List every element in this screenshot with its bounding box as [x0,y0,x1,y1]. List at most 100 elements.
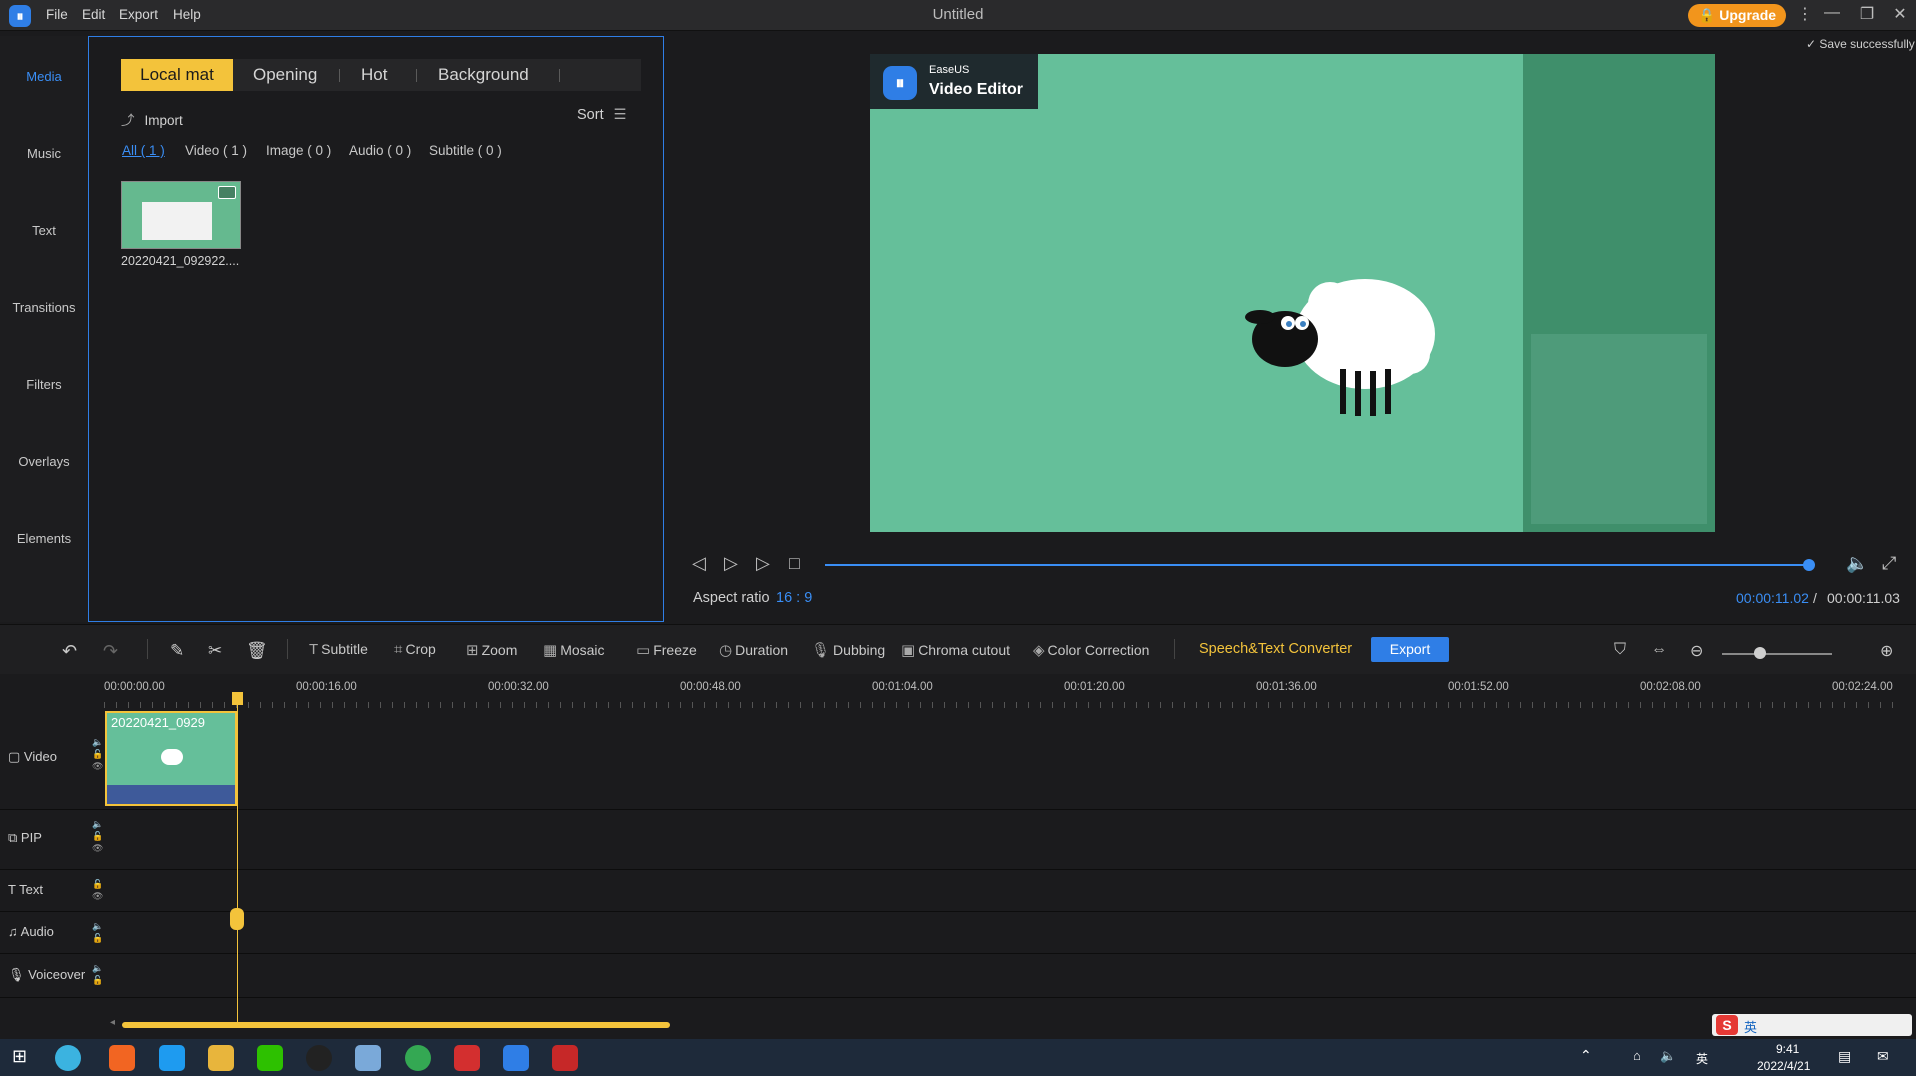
zoom-button[interactable]: ⊞ Zoom [466,641,517,659]
upgrade-button[interactable]: 🔒 Upgrade [1688,4,1786,27]
subtitle-icon: T [309,641,319,658]
timeline-zoom-handle[interactable] [1754,647,1766,659]
video-preview[interactable]: ⏸ EaseUS Video Editor [870,54,1715,532]
toolbar-divider [287,639,288,659]
fullscreen-icon[interactable]: ⤢ [1882,553,1896,574]
sogou-app-icon[interactable] [109,1045,135,1071]
recorder-icon[interactable] [552,1045,578,1071]
tab-divider [416,69,417,82]
wps-icon[interactable] [454,1045,480,1071]
crop-button[interactable]: ⌗ Crop [394,641,436,658]
previous-frame-icon[interactable]: ◁ [692,553,706,574]
tab-hot[interactable]: Hot [361,59,387,91]
zoom-out-icon[interactable]: ⊖ [1690,641,1703,661]
track-controls[interactable]: 🔈 🔓 [92,920,103,944]
media-thumbnail[interactable] [121,181,241,249]
delete-icon[interactable]: 🗑 [246,641,268,661]
wechat-icon[interactable] [257,1045,283,1071]
volume-icon[interactable]: 🔈 [1846,553,1868,574]
play-icon[interactable]: ▷ [724,553,738,574]
chrome-icon[interactable] [405,1045,431,1071]
ime-toolbar[interactable]: S 英 [1712,1014,1912,1036]
stop-icon[interactable]: □ [789,553,800,574]
sidebar-item-elements[interactable]: Elements [0,531,88,546]
browser-icon[interactable] [55,1045,81,1071]
playback-progress-handle[interactable] [1803,559,1815,571]
zoom-in-icon[interactable]: ⊕ [1880,641,1893,661]
filter-subtitle[interactable]: Subtitle ( 0 ) [429,143,502,158]
toolbar-divider [147,639,148,659]
filter-video[interactable]: Video ( 1 ) [185,143,247,158]
sidebar-item-media[interactable]: Media [0,69,88,84]
clock-time[interactable]: 9:41 [1776,1042,1799,1056]
ruler-tick: 00:00:16.00 [296,681,357,693]
easeus-taskbar-icon[interactable] [503,1045,529,1071]
easeus-logo-icon: ⏸ [883,66,917,100]
fit-timeline-icon[interactable]: ⇔ [1651,641,1667,659]
timeline-scrollbar[interactable] [122,1022,670,1028]
skype-icon[interactable] [159,1045,185,1071]
window-title: Untitled [932,6,984,23]
marker-icon[interactable]: ⛉ [1614,641,1626,659]
track-controls[interactable]: 🔈 🔓 👁 [92,736,103,772]
next-frame-icon[interactable]: ▷ [756,553,770,574]
track-controls[interactable]: 🔓 👁 [92,878,103,902]
clock-date[interactable]: 2022/4/21 [1757,1059,1810,1073]
filter-all[interactable]: All ( 1 ) [122,143,165,158]
notepad-icon[interactable] [355,1045,381,1071]
redo-icon[interactable]: ↷ [103,641,118,662]
filter-audio[interactable]: Audio ( 0 ) [349,143,411,158]
dubbing-button[interactable]: 🎙 Dubbing [811,641,885,659]
sheep-illustration [1245,279,1435,416]
more-options-icon[interactable]: ⋮ [1793,4,1817,24]
language-indicator[interactable]: 英 [1696,1050,1708,1067]
track-controls[interactable]: 🔈 🔓 👁 [92,818,103,854]
ruler-tick: 00:00:00.00 [104,681,165,693]
sort-button[interactable]: Sort ☰ [577,107,627,123]
sidebar-item-music[interactable]: Music [0,146,88,161]
edit-pencil-icon[interactable]: ✎ [170,641,184,661]
filter-image[interactable]: Image ( 0 ) [266,143,331,158]
tab-opening[interactable]: Opening [253,59,317,91]
tab-local-mat[interactable]: Local mat [121,59,233,91]
video-clip[interactable]: 20220421_0929 [105,711,237,806]
export-button[interactable]: Export [1371,637,1449,662]
restore-icon[interactable]: ❐ [1855,4,1879,24]
time-ruler[interactable]: 00:00:00.00 00:00:16.00 00:00:32.00 00:0… [104,674,1916,710]
playhead[interactable] [237,692,238,1022]
volume-tray-icon[interactable]: 🔈 [1660,1048,1676,1064]
freeze-button[interactable]: ▭ Freeze [636,641,697,659]
color-correction-button[interactable]: ◈ Color Correction [1033,641,1149,659]
ruler-tick: 00:00:48.00 [680,681,741,693]
chroma-cutout-button[interactable]: ▣ Chroma cutout [901,641,1010,659]
mosaic-button[interactable]: ▦ Mosaic [543,641,605,659]
cut-icon[interactable]: ✂ [208,641,222,661]
audio-marker[interactable] [230,908,244,930]
sidebar-item-text[interactable]: Text [0,223,88,238]
minimize-icon[interactable]: — [1820,4,1844,22]
speech-text-converter-button[interactable]: Speech&Text Converter [1199,641,1352,657]
sidebar-item-transitions[interactable]: Transitions [0,300,88,315]
track-controls[interactable]: 🔈 🔓 [92,962,103,986]
subtitle-button[interactable]: T Subtitle [309,641,368,658]
notification-icon[interactable]: ✉ [1877,1048,1889,1065]
undo-icon[interactable]: ↶ [62,641,77,662]
tab-background[interactable]: Background [438,59,529,91]
aspect-ratio-select[interactable]: 16 : 9 [776,590,812,606]
import-button[interactable]: ⤴ Import [121,109,183,129]
sidebar-item-overlays[interactable]: Overlays [0,454,88,469]
close-icon[interactable]: ✕ [1888,4,1912,24]
duration-button[interactable]: ◷ Duration [719,641,788,659]
windows-start-icon[interactable]: ⊞ [12,1046,27,1067]
action-center-icon[interactable]: ▤ [1838,1048,1851,1065]
edit-toolbar: ↶ ↷ ✎ ✂ 🗑 T Subtitle ⌗ Crop ⊞ Zoom ▦ Mosaic … [0,624,1916,674]
network-icon[interactable]: ⌂ [1633,1048,1641,1063]
qq-icon[interactable] [306,1045,332,1071]
scroll-left-icon[interactable]: ◂ [110,1017,115,1028]
tray-chevron-icon[interactable]: ⌃ [1580,1047,1592,1064]
music-note-icon: ♫ [8,924,18,939]
file-explorer-icon[interactable] [208,1045,234,1071]
playback-progress-bar[interactable] [825,564,1811,566]
sidebar-item-filters[interactable]: Filters [0,377,88,392]
timeline-zoom-slider[interactable] [1722,653,1832,655]
